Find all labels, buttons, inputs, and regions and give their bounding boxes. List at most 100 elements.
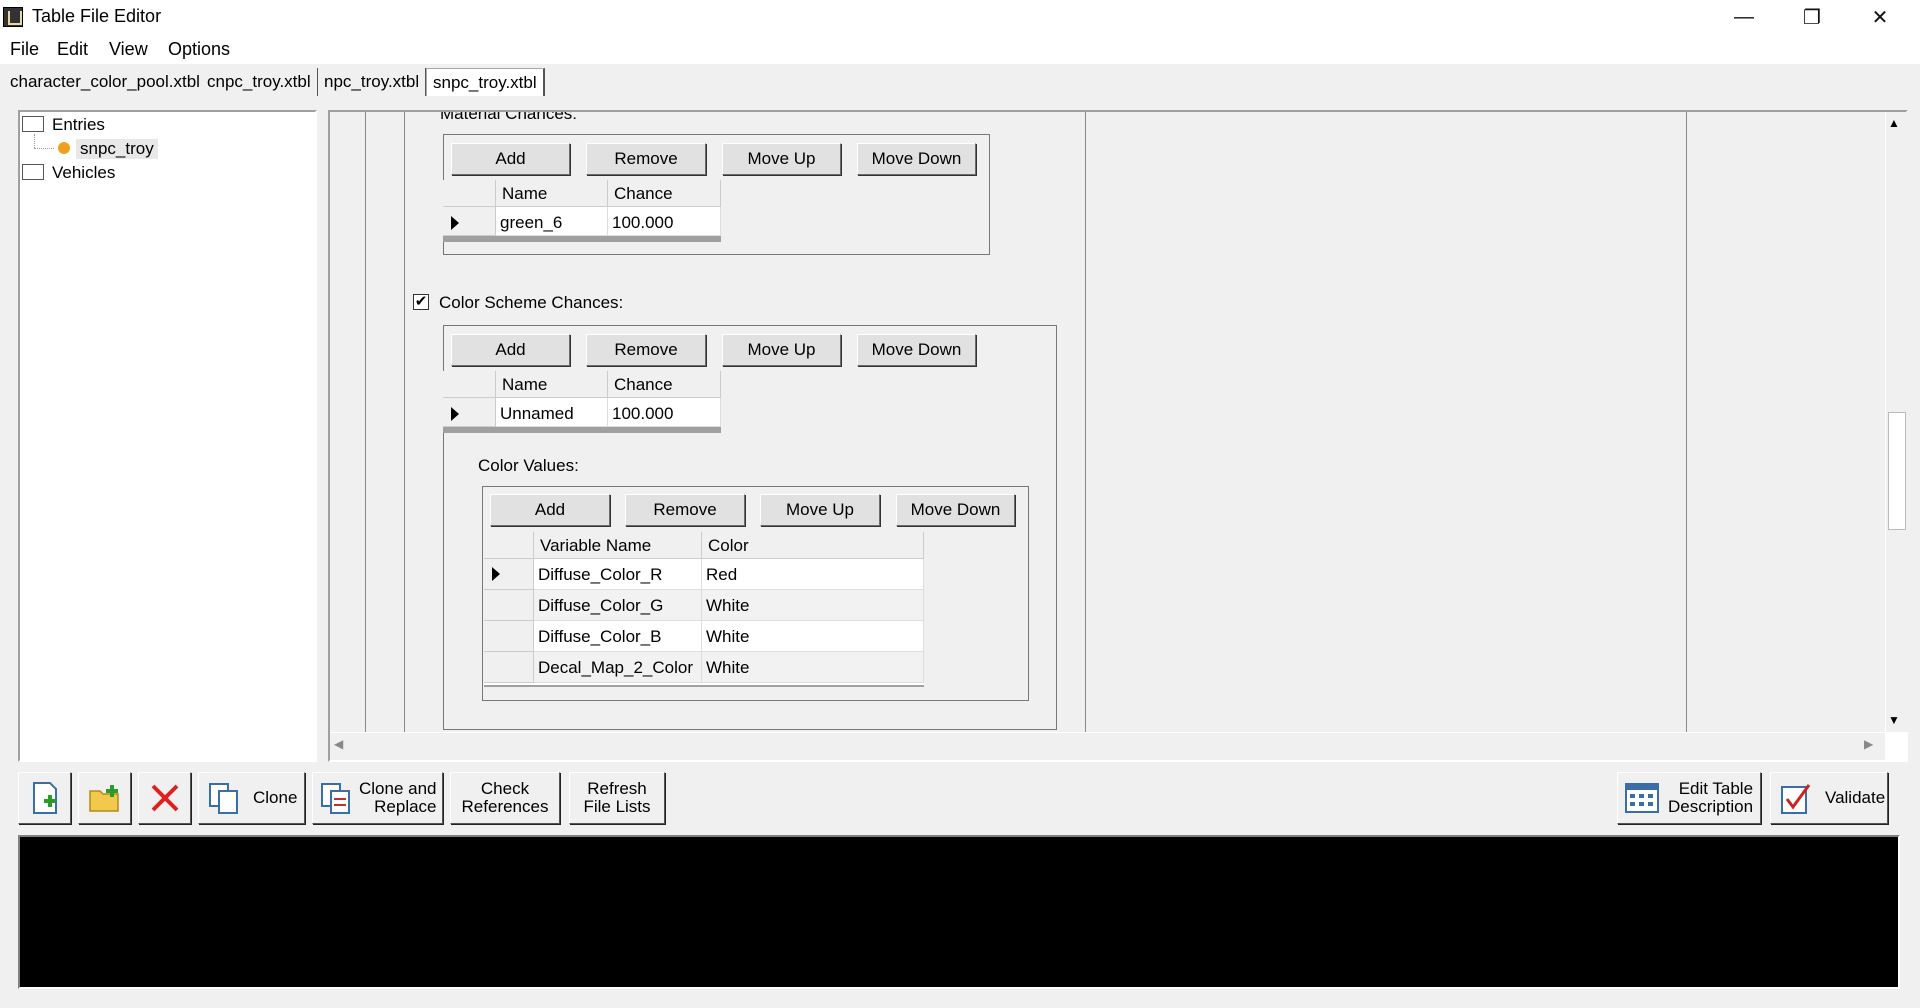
close-button[interactable]: ✕ xyxy=(1846,0,1914,34)
clone-replace-label-line2: Replace xyxy=(374,797,437,816)
validate-icon xyxy=(1781,784,1811,814)
row-header[interactable] xyxy=(484,590,534,621)
indent-line xyxy=(365,112,366,732)
refresh-line2: File Lists xyxy=(583,797,651,816)
grid-cell[interactable]: White xyxy=(702,590,924,621)
scheme-add-button[interactable]: Add xyxy=(451,334,570,366)
material-remove-button[interactable]: Remove xyxy=(586,143,706,175)
row-header[interactable] xyxy=(443,398,496,427)
validate-button[interactable]: Validate xyxy=(1770,772,1888,824)
row-header[interactable] xyxy=(484,559,534,590)
clone-replace-icon xyxy=(321,783,350,814)
scroll-up-icon[interactable]: ▲ xyxy=(1888,116,1900,130)
open-button[interactable] xyxy=(78,772,131,824)
minimize-button[interactable]: — xyxy=(1710,0,1778,34)
color-values-grid: Variable Name Color Diffuse_Color_R Red … xyxy=(484,532,924,687)
tab-character-color-pool[interactable]: character_color_pool.xtbl xyxy=(4,68,208,96)
grid-cell[interactable]: White xyxy=(702,621,924,652)
grid-cell[interactable]: 100.000 xyxy=(608,207,721,236)
scheme-move-up-button[interactable]: Move Up xyxy=(722,334,841,366)
grid-cell[interactable]: Red xyxy=(702,559,924,590)
color-values-move-down-button[interactable]: Move Down xyxy=(896,494,1015,526)
folder-open-icon xyxy=(22,116,44,132)
current-row-icon xyxy=(451,407,459,421)
delete-button[interactable] xyxy=(138,772,191,824)
grid-cell[interactable]: Unnamed xyxy=(496,398,608,427)
column-header-chance[interactable]: Chance xyxy=(608,371,721,398)
scroll-left-icon[interactable]: ◀ xyxy=(334,737,343,751)
scheme-remove-button[interactable]: Remove xyxy=(586,334,706,366)
grid-cell[interactable]: White xyxy=(702,652,924,683)
color-values-remove-button[interactable]: Remove xyxy=(625,494,745,526)
column-header-color[interactable]: Color xyxy=(702,532,924,559)
clone-icon xyxy=(209,783,238,814)
check-references-button[interactable]: Check References xyxy=(450,772,560,824)
material-move-down-button[interactable]: Move Down xyxy=(857,143,976,175)
grid-cell[interactable]: Diffuse_Color_R xyxy=(534,559,702,590)
color-values-move-up-button[interactable]: Move Up xyxy=(760,494,880,526)
column-header-variable-name[interactable]: Variable Name xyxy=(534,532,702,559)
menu-edit[interactable]: Edit xyxy=(57,39,88,60)
table-icon xyxy=(1625,783,1659,813)
column-header-name[interactable]: Name xyxy=(496,180,608,207)
grid-cell[interactable]: green_6 xyxy=(496,207,608,236)
restore-button[interactable]: ❐ xyxy=(1778,0,1846,34)
checkmark-icon: ✔ xyxy=(414,293,428,310)
tree-node-vehicles[interactable]: Vehicles xyxy=(52,163,115,183)
grid-cell[interactable]: Diffuse_Color_G xyxy=(534,590,702,621)
tree-line xyxy=(34,148,54,149)
scroll-right-icon[interactable]: ▶ xyxy=(1864,737,1873,751)
grid-corner xyxy=(443,180,496,207)
grid-cell[interactable]: Decal_Map_2_Color xyxy=(534,652,702,683)
menu-view[interactable]: View xyxy=(109,39,148,60)
grid-cell[interactable]: Diffuse_Color_B xyxy=(534,621,702,652)
delete-icon xyxy=(151,784,178,812)
column-header-chance[interactable]: Chance xyxy=(608,180,721,207)
scheme-grid: Name Chance Unnamed 100.000 xyxy=(443,371,721,433)
refresh-line1: Refresh xyxy=(587,779,647,798)
grid-cell[interactable]: 100.000 xyxy=(608,398,721,427)
clone-and-replace-button[interactable]: Clone and Replace xyxy=(312,772,443,824)
tree-node-snpc-troy[interactable]: snpc_troy xyxy=(76,139,158,159)
color-scheme-chances-label: Color Scheme Chances: xyxy=(439,293,624,312)
color-values-label: Color Values: xyxy=(478,456,579,475)
new-file-icon xyxy=(32,782,57,814)
tree-view[interactable] xyxy=(18,110,317,762)
output-console[interactable] xyxy=(18,835,1900,989)
material-move-up-button[interactable]: Move Up xyxy=(722,143,841,175)
tab-npc-troy[interactable]: npc_troy.xtbl xyxy=(318,68,428,96)
vertical-scroll-thumb[interactable] xyxy=(1888,412,1906,530)
column-header-name[interactable]: Name xyxy=(496,371,608,398)
edit-desc-line1: Edit Table xyxy=(1678,779,1754,798)
scroll-down-icon[interactable]: ▼ xyxy=(1888,713,1900,727)
column-line xyxy=(1686,112,1687,732)
new-button[interactable] xyxy=(18,772,71,824)
clone-replace-label-line1: Clone and xyxy=(359,779,437,798)
check-references-line2: References xyxy=(461,797,549,816)
menu-file[interactable]: File xyxy=(10,39,39,60)
row-header[interactable] xyxy=(484,621,534,652)
app-icon xyxy=(3,7,23,27)
color-values-add-button[interactable]: Add xyxy=(490,494,610,526)
window-title: Table File Editor xyxy=(32,6,162,26)
folder-icon xyxy=(22,164,44,180)
tab-cnpc-troy[interactable]: cnpc_troy.xtbl xyxy=(201,68,319,96)
refresh-file-lists-button[interactable]: Refresh File Lists xyxy=(569,772,665,824)
material-add-button[interactable]: Add xyxy=(451,143,570,175)
row-header[interactable] xyxy=(484,652,534,683)
horizontal-scrollbar[interactable] xyxy=(330,733,1885,760)
scheme-move-down-button[interactable]: Move Down xyxy=(857,334,976,366)
clone-label: Clone xyxy=(253,788,298,807)
menu-bar xyxy=(0,34,1920,64)
title-bar xyxy=(0,0,1920,34)
tree-node-entries[interactable]: Entries xyxy=(52,115,105,135)
color-scheme-checkbox[interactable]: ✔ xyxy=(413,294,429,310)
row-header[interactable] xyxy=(443,207,496,236)
edit-table-description-button[interactable]: Edit Table Description xyxy=(1617,772,1761,824)
tree-line xyxy=(34,134,35,148)
menu-options[interactable]: Options xyxy=(168,39,230,60)
clone-button[interactable]: Clone xyxy=(198,772,305,824)
tab-snpc-troy[interactable]: snpc_troy.xtbl xyxy=(426,68,545,96)
column-line xyxy=(1085,112,1086,732)
validate-label: Validate xyxy=(1825,788,1886,807)
